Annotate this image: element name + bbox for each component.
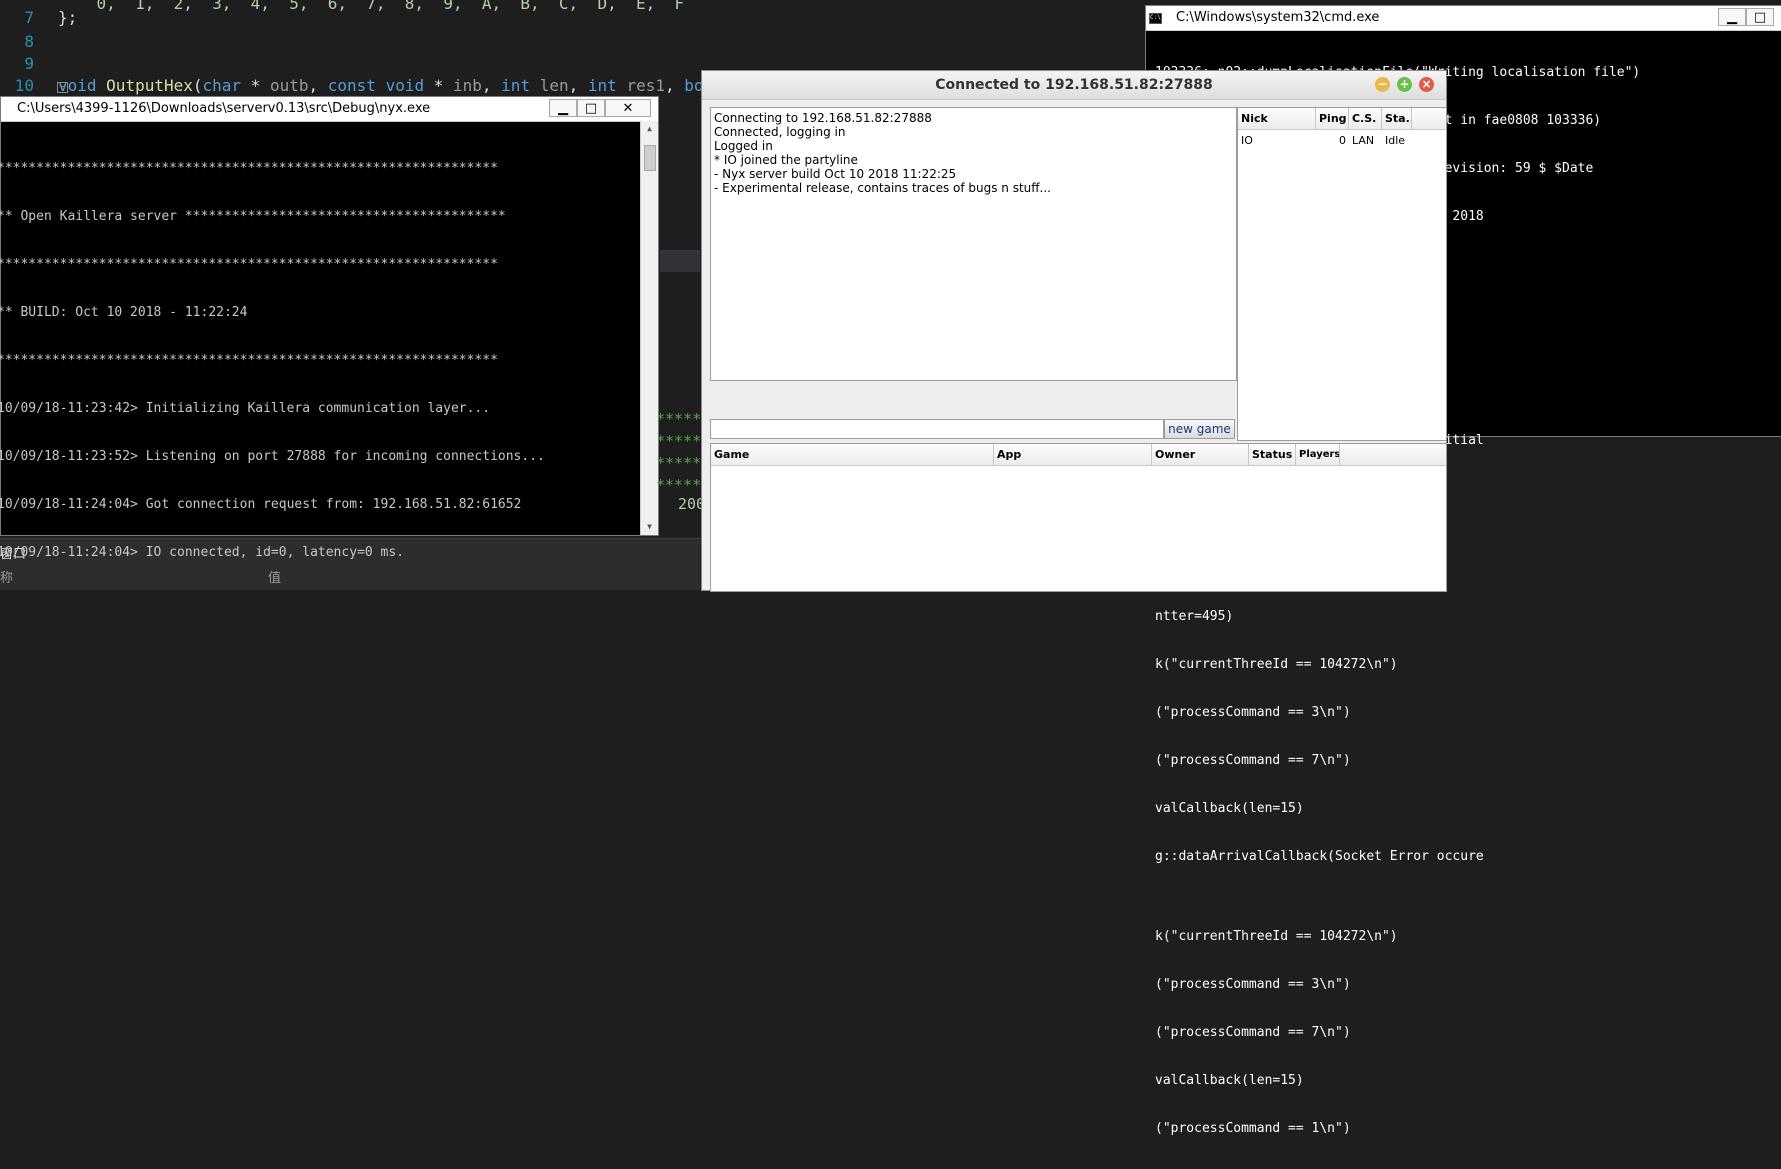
code-text: 0, 1, 2, 3, 4, 5, 6, 7, 8, 9, A, B, C, D… [58, 0, 685, 13]
minimize-button[interactable]: − [1375, 77, 1390, 92]
column-header-ping[interactable]: Ping [1316, 108, 1349, 130]
column-header-filler [1412, 108, 1446, 130]
column-header-players[interactable]: Players [1296, 444, 1340, 466]
code-line-function[interactable]: 10 void OutputHex(char * outb, const void… [0, 76, 723, 98]
column-header-game[interactable]: Game [711, 444, 994, 466]
console-line: valCallback(len=15) [1155, 1073, 1304, 1088]
kaillera-client-window[interactable]: Connected to 192.168.51.82:27888 − + × C… [701, 70, 1447, 592]
console-line: ****************************************… [0, 161, 498, 176]
line-number: 8 [24, 32, 34, 51]
console-line: ** BUILD: Oct 10 2018 - 11:22:24 [0, 305, 248, 320]
function-name[interactable]: OutputHex [106, 76, 193, 95]
comment-stars: ***** [656, 476, 702, 494]
comment-stars: ***** [656, 410, 702, 428]
scroll-down-icon[interactable]: ▼ [641, 519, 658, 535]
console-line: ("processCommand == 3\n") [1155, 705, 1351, 720]
chat-input[interactable] [710, 419, 1164, 439]
cmd-icon: C:\ [1149, 13, 1162, 24]
chat-log[interactable]: Connecting to 192.168.51.82:27888 Connec… [710, 107, 1237, 381]
console-titlebar[interactable]: C:\ C:\Windows\system32\cmd.exe ▁ □ [1146, 6, 1781, 31]
code-line: 9 [0, 54, 58, 76]
close-button[interactable]: ✕ [605, 99, 651, 117]
code-line: 7}; [0, 8, 77, 30]
column-header-owner[interactable]: Owner [1152, 444, 1249, 466]
scroll-up-icon[interactable]: ▲ [641, 121, 658, 137]
user-connection: LAN [1352, 134, 1375, 147]
editor-highlight [660, 250, 700, 272]
game-list-table[interactable]: Game App Owner Status Players [710, 443, 1447, 592]
console-line: 10/09/18-11:24:04> Got connection reques… [0, 497, 522, 512]
window-title: Connected to 192.168.51.82:27888 [935, 77, 1213, 93]
console-line: ("processCommand == 3\n") [1155, 977, 1351, 992]
console-line: ("processCommand == 1\n") [1155, 1121, 1351, 1136]
line-number: 9 [24, 54, 34, 73]
console-line: ("processCommand == 7\n") [1155, 1025, 1351, 1040]
chat-line: * IO joined the partyline [714, 153, 858, 167]
code-text: }; [58, 8, 78, 27]
maximize-button[interactable]: □ [1746, 8, 1774, 26]
console-line: 10/09/18-11:24:04> IO connected, id=0, l… [0, 545, 404, 560]
user-list-table[interactable]: Nick Ping C.S. Sta... IO 0 LAN Idle [1237, 107, 1447, 441]
chat-line: Connected, logging in [714, 125, 846, 139]
code-line: 8 [0, 32, 58, 54]
collapse-icon[interactable]: − [57, 82, 68, 93]
user-status: Idle [1385, 134, 1406, 147]
console-output: ****************************************… [0, 129, 640, 593]
window-title: C:\Windows\system32\cmd.exe [1176, 10, 1380, 25]
column-header-app[interactable]: App [994, 444, 1152, 466]
chat-line: - Nyx server build Oct 10 2018 11:22:25 [714, 167, 957, 181]
column-header-status[interactable]: Sta... [1382, 108, 1412, 130]
scroll-thumb[interactable] [644, 145, 656, 171]
console-line: ntter=495) [1155, 609, 1234, 624]
comment-stars: ***** [656, 454, 702, 472]
column-header-cs[interactable]: C.S. [1349, 108, 1382, 130]
console-line: k("currentThreeId == 104272\n") [1155, 657, 1398, 672]
maximize-button[interactable]: + [1397, 77, 1412, 92]
console-line: ****************************************… [0, 257, 498, 272]
minimize-button[interactable]: ▁ [1718, 8, 1746, 26]
column-header-filler [1340, 444, 1446, 466]
comment-stars: ***** [656, 432, 702, 450]
close-button[interactable]: × [1419, 77, 1434, 92]
line-number: 7 [24, 8, 34, 27]
console-titlebar[interactable]: C:\Users\4399-1126\Downloads\serverv0.13… [1, 97, 658, 122]
console-line: k("currentThreeId == 104272\n") [1155, 929, 1398, 944]
console-line: 10/09/18-11:23:52> Listening on port 278… [0, 449, 545, 464]
console-line: ("processCommand == 7\n") [1155, 753, 1351, 768]
maximize-button[interactable]: □ [577, 99, 605, 117]
console-line: valCallback(len=15) [1155, 801, 1304, 816]
console-line: ****************************************… [0, 353, 498, 368]
minimize-button[interactable]: ▁ [549, 99, 577, 117]
user-ping: 0 [1339, 134, 1346, 147]
line-number: 10 [14, 76, 34, 95]
column-header-status[interactable]: Status [1249, 444, 1296, 466]
nyx-console-window[interactable]: C:\Users\4399-1126\Downloads\serverv0.13… [0, 96, 659, 560]
console-line: 10/09/18-11:23:42> Initializing Kaillera… [0, 401, 491, 416]
column-header-nick[interactable]: Nick [1238, 108, 1316, 130]
user-nick: IO [1241, 134, 1253, 147]
new-game-button[interactable]: new game [1164, 419, 1235, 439]
vertical-scrollbar[interactable]: ▲ ▼ [640, 121, 658, 535]
console-line: ** Open Kaillera server ****************… [0, 209, 506, 224]
chat-line: Logged in [714, 139, 773, 153]
kaillera-titlebar[interactable]: Connected to 192.168.51.82:27888 − + × [702, 71, 1446, 100]
chat-line: - Experimental release, contains traces … [714, 181, 1051, 195]
console-line: g::dataArrivalCallback(Socket Error occu… [1155, 849, 1484, 864]
code-line: 0, 1, 2, 3, 4, 5, 6, 7, 8, 9, A, B, C, D… [0, 0, 685, 16]
chat-line: Connecting to 192.168.51.82:27888 [714, 111, 932, 125]
window-title: C:\Users\4399-1126\Downloads\serverv0.13… [17, 101, 431, 116]
